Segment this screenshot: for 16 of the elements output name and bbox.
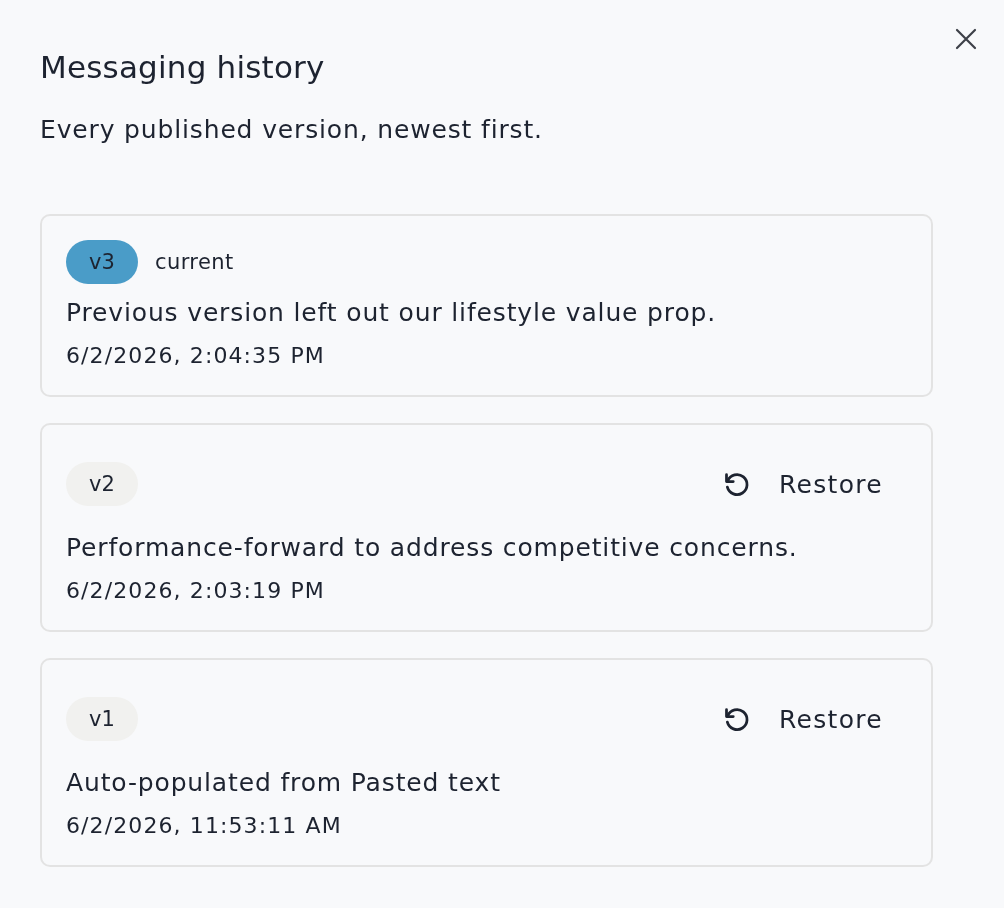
version-timestamp: 6/2/2026, 2:03:19 PM	[66, 577, 326, 605]
dialog-title: Messaging history	[40, 48, 326, 87]
version-note: Performance-forward to address competitive concerns.	[66, 532, 799, 564]
version-badge: v3	[66, 240, 138, 284]
restore-button[interactable]: Restore	[700, 684, 907, 754]
status-label: current	[155, 250, 234, 274]
version-timestamp: 6/2/2026, 11:53:11 AM	[66, 812, 343, 840]
version-timestamp: 6/2/2026, 2:04:35 PM	[66, 342, 326, 370]
restore-button[interactable]: Restore	[700, 449, 907, 519]
dialog-subtitle: Every published version, newest first.	[40, 114, 544, 146]
close-icon	[955, 28, 977, 50]
version-note: Auto-populated from Pasted text	[66, 767, 502, 799]
close-button[interactable]	[955, 28, 977, 50]
version-badge: v2	[66, 462, 138, 506]
version-note: Previous version left out our lifestyle value prop.	[66, 297, 718, 329]
version-badge: v1	[66, 697, 138, 741]
